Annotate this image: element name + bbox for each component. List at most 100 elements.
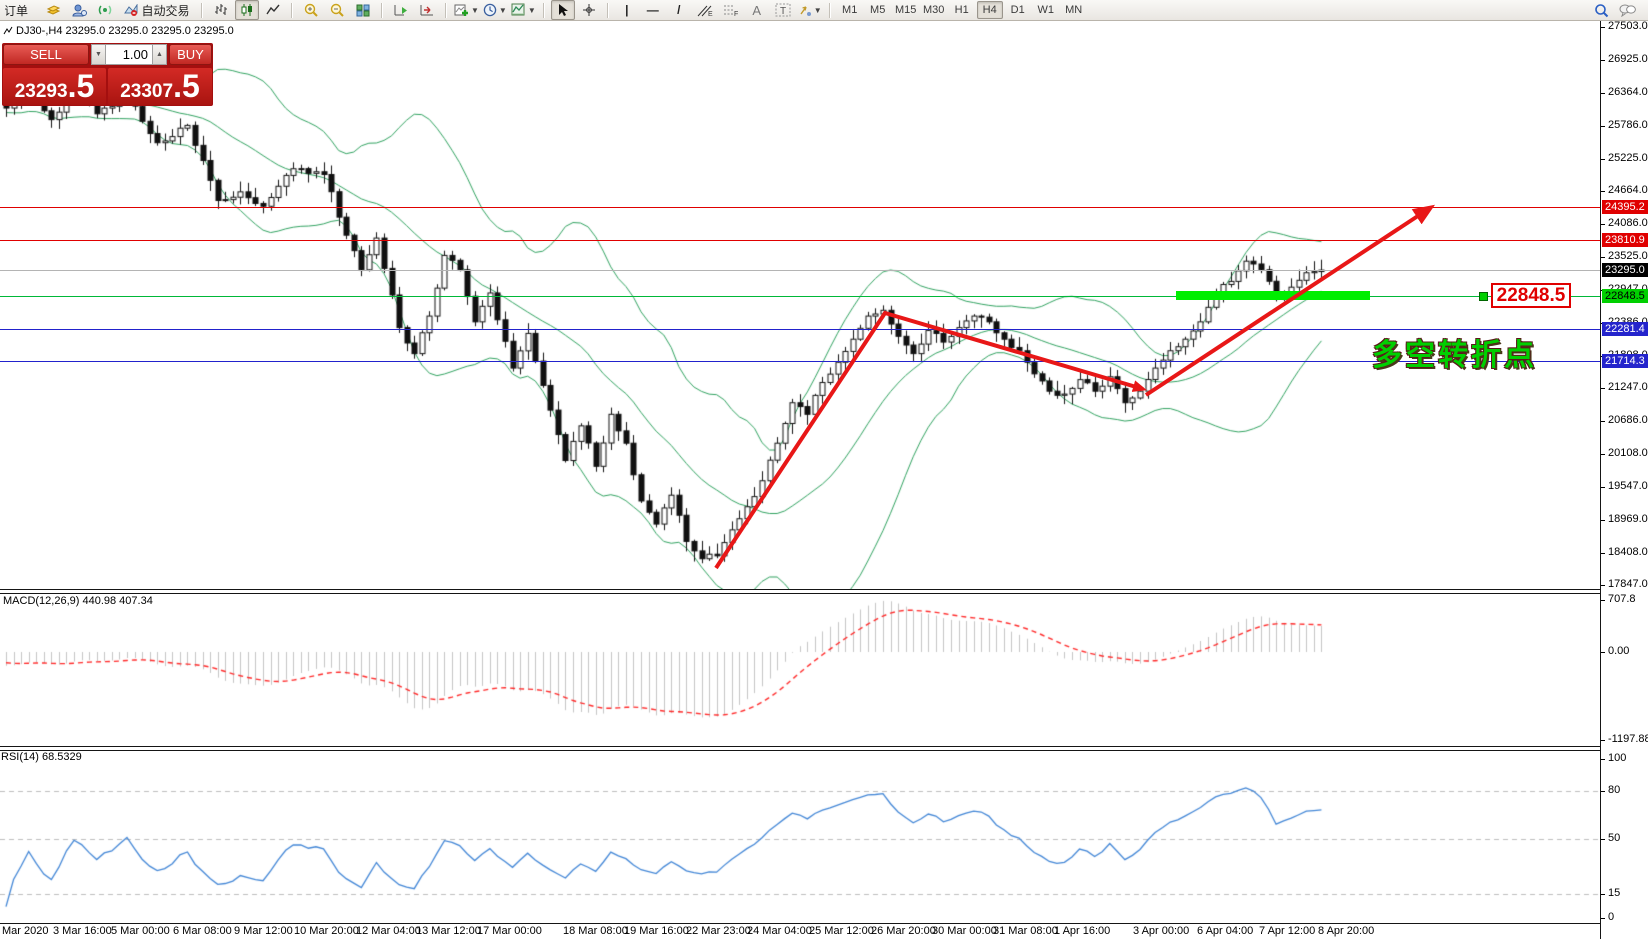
buy-button[interactable]: BUY — [169, 44, 212, 65]
time-axis[interactable]: Mar 20203 Mar 16:005 Mar 00:006 Mar 08:0… — [0, 924, 1600, 939]
axis-tick-label: 20108.0 — [1608, 447, 1648, 459]
community-icon[interactable] — [67, 0, 91, 20]
fibonacci-icon[interactable]: F — [719, 0, 743, 20]
auto-trading-label: 自动交易 — [141, 2, 189, 19]
volume-increase-button[interactable]: ▲ — [152, 44, 167, 65]
pane-divider[interactable] — [0, 589, 1648, 594]
sell-button[interactable]: SELL — [3, 44, 89, 65]
cursor-icon[interactable] — [551, 0, 575, 20]
axis-tick-label: 27503.0 — [1608, 20, 1648, 32]
bar-chart-icon[interactable] — [209, 0, 233, 20]
tile-windows-icon[interactable] — [351, 0, 375, 20]
time-tick-label: 7 Apr 12:00 — [1259, 925, 1315, 937]
timeframe-h4[interactable]: H4 — [977, 1, 1003, 19]
horizontal-level-line[interactable] — [0, 207, 1600, 208]
zoom-out-icon[interactable] — [325, 0, 349, 20]
axis-tick-label: 18408.0 — [1608, 546, 1648, 558]
sell-price[interactable]: 23293.5 — [3, 68, 106, 105]
main-chart-canvas[interactable] — [0, 21, 1600, 589]
horizontal-level-line[interactable] — [0, 270, 1600, 271]
axis-tick-label: 18969.0 — [1608, 513, 1648, 525]
chat-icon[interactable] — [1615, 0, 1639, 20]
candlestick-chart-icon[interactable] — [235, 0, 259, 20]
axis-tick — [1601, 553, 1605, 554]
volume-stepper: ▼ 1.00 ▲ — [91, 44, 167, 65]
volume-decrease-button[interactable]: ▼ — [91, 44, 106, 65]
axis-tick-label: 24664.0 — [1608, 184, 1648, 196]
one-click-trading-panel: SELL ▼ 1.00 ▲ BUY 23293.5 23307.5 — [2, 43, 213, 106]
axis-tick-label: 0 — [1608, 911, 1614, 923]
templates-button[interactable]: ▼ — [510, 0, 537, 20]
horizontal-level-line[interactable] — [0, 240, 1600, 241]
trendline-icon[interactable]: / — [667, 0, 691, 20]
thick-trend-segment[interactable] — [1176, 291, 1370, 300]
arrows-icon[interactable]: ▼ — [797, 0, 823, 20]
line-chart-icon[interactable] — [261, 0, 285, 20]
time-tick-label: Mar 2020 — [2, 925, 48, 937]
toolbar-separator — [291, 3, 293, 18]
price-level-box[interactable]: 22848.5 — [1491, 283, 1571, 308]
axis-tick — [1601, 126, 1605, 127]
axis-tick-label: 26925.0 — [1608, 53, 1648, 65]
pane-divider[interactable] — [0, 746, 1648, 751]
auto-scroll-icon[interactable] — [389, 0, 413, 20]
time-tick-label: 1 Apr 16:00 — [1054, 925, 1110, 937]
new-order-button[interactable]: 新订单 — [3, 0, 39, 20]
periods-button[interactable]: ▼ — [482, 0, 508, 20]
axis-tick-label: 21247.0 — [1608, 381, 1648, 393]
timeframe-m15[interactable]: M15 — [893, 1, 919, 19]
axis-tick — [1601, 27, 1605, 28]
timeframe-m30[interactable]: M30 — [921, 1, 947, 19]
time-tick-label: 18 Mar 08:00 — [563, 925, 628, 937]
price-axis[interactable]: 27503.026925.026364.025786.025225.024664… — [1600, 21, 1648, 939]
new-chart-button[interactable]: ▼ — [453, 0, 480, 20]
price-label-chip: 24395.2 — [1602, 200, 1648, 214]
text-icon[interactable]: A — [745, 0, 769, 20]
timeframe-d1[interactable]: D1 — [1005, 1, 1031, 19]
axis-tick — [1601, 388, 1605, 389]
horizontal-line-icon[interactable]: — — [641, 0, 665, 20]
buy-price[interactable]: 23307.5 — [108, 68, 212, 105]
horizontal-level-line[interactable] — [0, 361, 1600, 362]
chart-shift-icon[interactable] — [415, 0, 439, 20]
turning-point-annotation[interactable]: 多空转折点 — [1372, 330, 1537, 374]
vertical-line-icon[interactable]: | — [615, 0, 639, 20]
signals-icon[interactable] — [93, 0, 117, 20]
text-label-icon[interactable]: T — [771, 0, 795, 20]
axis-tick-label: 15 — [1608, 887, 1620, 899]
timeframe-m5[interactable]: M5 — [865, 1, 891, 19]
time-tick-label: 17 Mar 00:00 — [477, 925, 542, 937]
timeframe-h1[interactable]: H1 — [949, 1, 975, 19]
price-label-chip: 21714.3 — [1602, 354, 1648, 368]
gold-bar-icon[interactable] — [41, 0, 65, 20]
timeframe-m1[interactable]: M1 — [837, 1, 863, 19]
svg-text:E: E — [708, 11, 713, 17]
axis-tick — [1601, 918, 1605, 919]
axis-tick-label: 0.00 — [1608, 645, 1629, 657]
time-tick-label: 30 Mar 00:00 — [932, 925, 997, 937]
axis-tick — [1601, 520, 1605, 521]
rsi-canvas[interactable] — [0, 750, 1600, 923]
zoom-in-icon[interactable] — [299, 0, 323, 20]
macd-canvas[interactable] — [0, 593, 1600, 746]
axis-tick — [1601, 740, 1605, 741]
axis-tick-label: 707.8 — [1608, 593, 1636, 605]
axis-tick-label: 20686.0 — [1608, 414, 1648, 426]
axis-tick — [1601, 791, 1605, 792]
crosshair-icon[interactable] — [577, 0, 601, 20]
toolbar-separator — [381, 3, 383, 18]
timeframe-mn[interactable]: MN — [1061, 1, 1087, 19]
equidistant-channel-icon[interactable]: E — [693, 0, 717, 20]
time-tick-label: 25 Mar 12:00 — [809, 925, 874, 937]
horizontal-level-line[interactable] — [0, 329, 1600, 330]
volume-value[interactable]: 1.00 — [106, 44, 152, 65]
time-tick-label: 3 Apr 00:00 — [1133, 925, 1189, 937]
price-label-chip: 23295.0 — [1602, 263, 1648, 277]
svg-text:F: F — [734, 11, 738, 17]
price-label-chip: 22281.4 — [1602, 322, 1648, 336]
macd-indicator-label: MACD(12,26,9) 440.98 407.34 — [3, 595, 153, 607]
search-icon[interactable] — [1589, 0, 1613, 20]
axis-tick-label: 23525.0 — [1608, 250, 1648, 262]
auto-trading-button[interactable]: 自动交易 — [119, 0, 195, 20]
timeframe-w1[interactable]: W1 — [1033, 1, 1059, 19]
